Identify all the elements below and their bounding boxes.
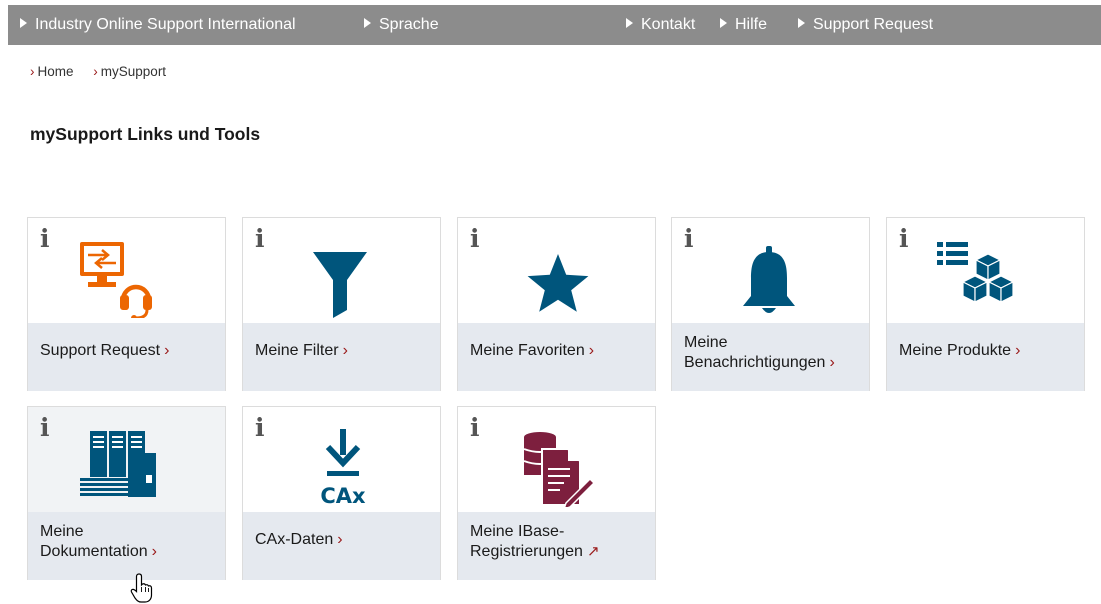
tile-label-area: CAx-Daten › [243,512,440,580]
triangle-right-icon [798,18,805,28]
chevron-right-icon: › [588,342,595,359]
nav-contact[interactable]: Kontakt [626,5,695,45]
tile-meine-benachrichtigungen[interactable]: i Meine Benachrichtigungen › [671,217,870,391]
tile-meine-filter[interactable]: i Meine Filter › [242,217,441,391]
cax-download-icon: CAx [320,429,366,507]
tile-label-area: Meine Filter › [243,323,440,391]
info-icon[interactable]: i [255,413,265,442]
nav-support-request-label: Support Request [813,16,934,33]
tile-label: Meine Favoriten [470,342,585,359]
triangle-right-icon [626,18,633,28]
triangle-right-icon [720,18,727,28]
tile-label-area: Meine Benachrichtigungen › [672,323,869,391]
products-icon [937,242,1015,303]
tile-support-request[interactable]: i Support Request › [27,217,226,391]
tile-cax-daten[interactable]: i CAx CAx-Daten › [242,406,441,580]
top-navigation-bar: Industry Online Support International Sp… [8,5,1101,45]
triangle-right-icon [364,18,371,28]
tile-label-area: Meine Produkte › [887,323,1084,391]
tile-meine-produkte[interactable]: i Meine Produkte › [886,217,1085,391]
tile-label-area: Meine Dokumentation › [28,512,225,580]
nav-contact-label: Kontakt [641,16,696,33]
tile-label: Meine Produkte [899,342,1012,359]
tile-meine-dokumentation[interactable]: i Meine Dokumentation › [27,406,226,580]
info-icon[interactable]: i [40,413,50,442]
info-icon[interactable]: i [470,413,480,442]
info-icon[interactable]: i [684,224,694,253]
info-icon[interactable]: i [40,224,50,253]
chevron-right-icon: › [30,64,35,79]
tile-label-line1: Meine [684,334,728,351]
filter-icon [313,252,367,318]
cax-icon-text: CAx [320,484,366,507]
breadcrumb-mysupport[interactable]: › mySupport [93,64,166,79]
chevron-right-icon: › [164,342,170,359]
chevron-right-icon: › [342,342,348,359]
hand-pointer-cursor-icon [130,573,153,603]
documentation-icon [80,431,156,497]
tile-label-line2: Benachrichtigungen [684,354,826,371]
breadcrumb-home-label: Home [37,64,74,79]
tile-label: Meine Filter [255,342,339,359]
tile-label-line2: Dokumentation [40,543,148,560]
breadcrumb-home[interactable]: › Home [30,64,74,79]
nav-language[interactable]: Sprache [364,5,439,45]
tile-label-area: Meine IBase- Registrierungen ↗ [458,512,655,580]
nav-industry-online-support[interactable]: Industry Online Support International [20,5,296,45]
nav-support-request[interactable]: Support Request [798,5,933,45]
chevron-right-icon: › [93,64,98,79]
bell-icon [743,246,795,313]
tile-label-line1: Meine IBase- [470,523,565,540]
tile-meine-favoriten[interactable]: i Meine Favoriten › [457,217,656,391]
chevron-right-icon: › [337,531,343,548]
info-icon[interactable]: i [899,224,909,253]
tile-label: Support Request [40,342,161,359]
ibase-icon [523,432,596,507]
tile-label-area: Meine Favoriten › [458,323,655,391]
tile-meine-ibase-registrierungen[interactable]: i Meine IBase- Registrierungen ↗ [457,406,656,580]
breadcrumb: › Home › mySupport [30,64,182,79]
tile-label-line1: Meine [40,523,84,540]
tile-label: CAx-Daten [255,531,334,548]
nav-language-label: Sprache [379,16,439,33]
chevron-right-icon: › [829,354,835,371]
support-request-icon [80,242,152,318]
tile-label-line2: Registrierungen [470,543,583,560]
breadcrumb-mysupport-label: mySupport [100,64,167,79]
page-title: mySupport Links und Tools [30,124,261,144]
nav-help[interactable]: Hilfe [720,5,767,45]
nav-industry-label: Industry Online Support International [35,16,296,33]
tile-label-area: Support Request › [28,323,225,391]
chevron-right-icon: › [1015,342,1021,359]
chevron-right-icon: › [151,543,157,560]
triangle-right-icon [20,18,27,28]
nav-help-label: Hilfe [735,16,768,33]
info-icon[interactable]: i [470,224,480,253]
external-link-icon: ↗ [586,543,600,560]
star-icon [527,254,589,312]
info-icon[interactable]: i [255,224,265,253]
